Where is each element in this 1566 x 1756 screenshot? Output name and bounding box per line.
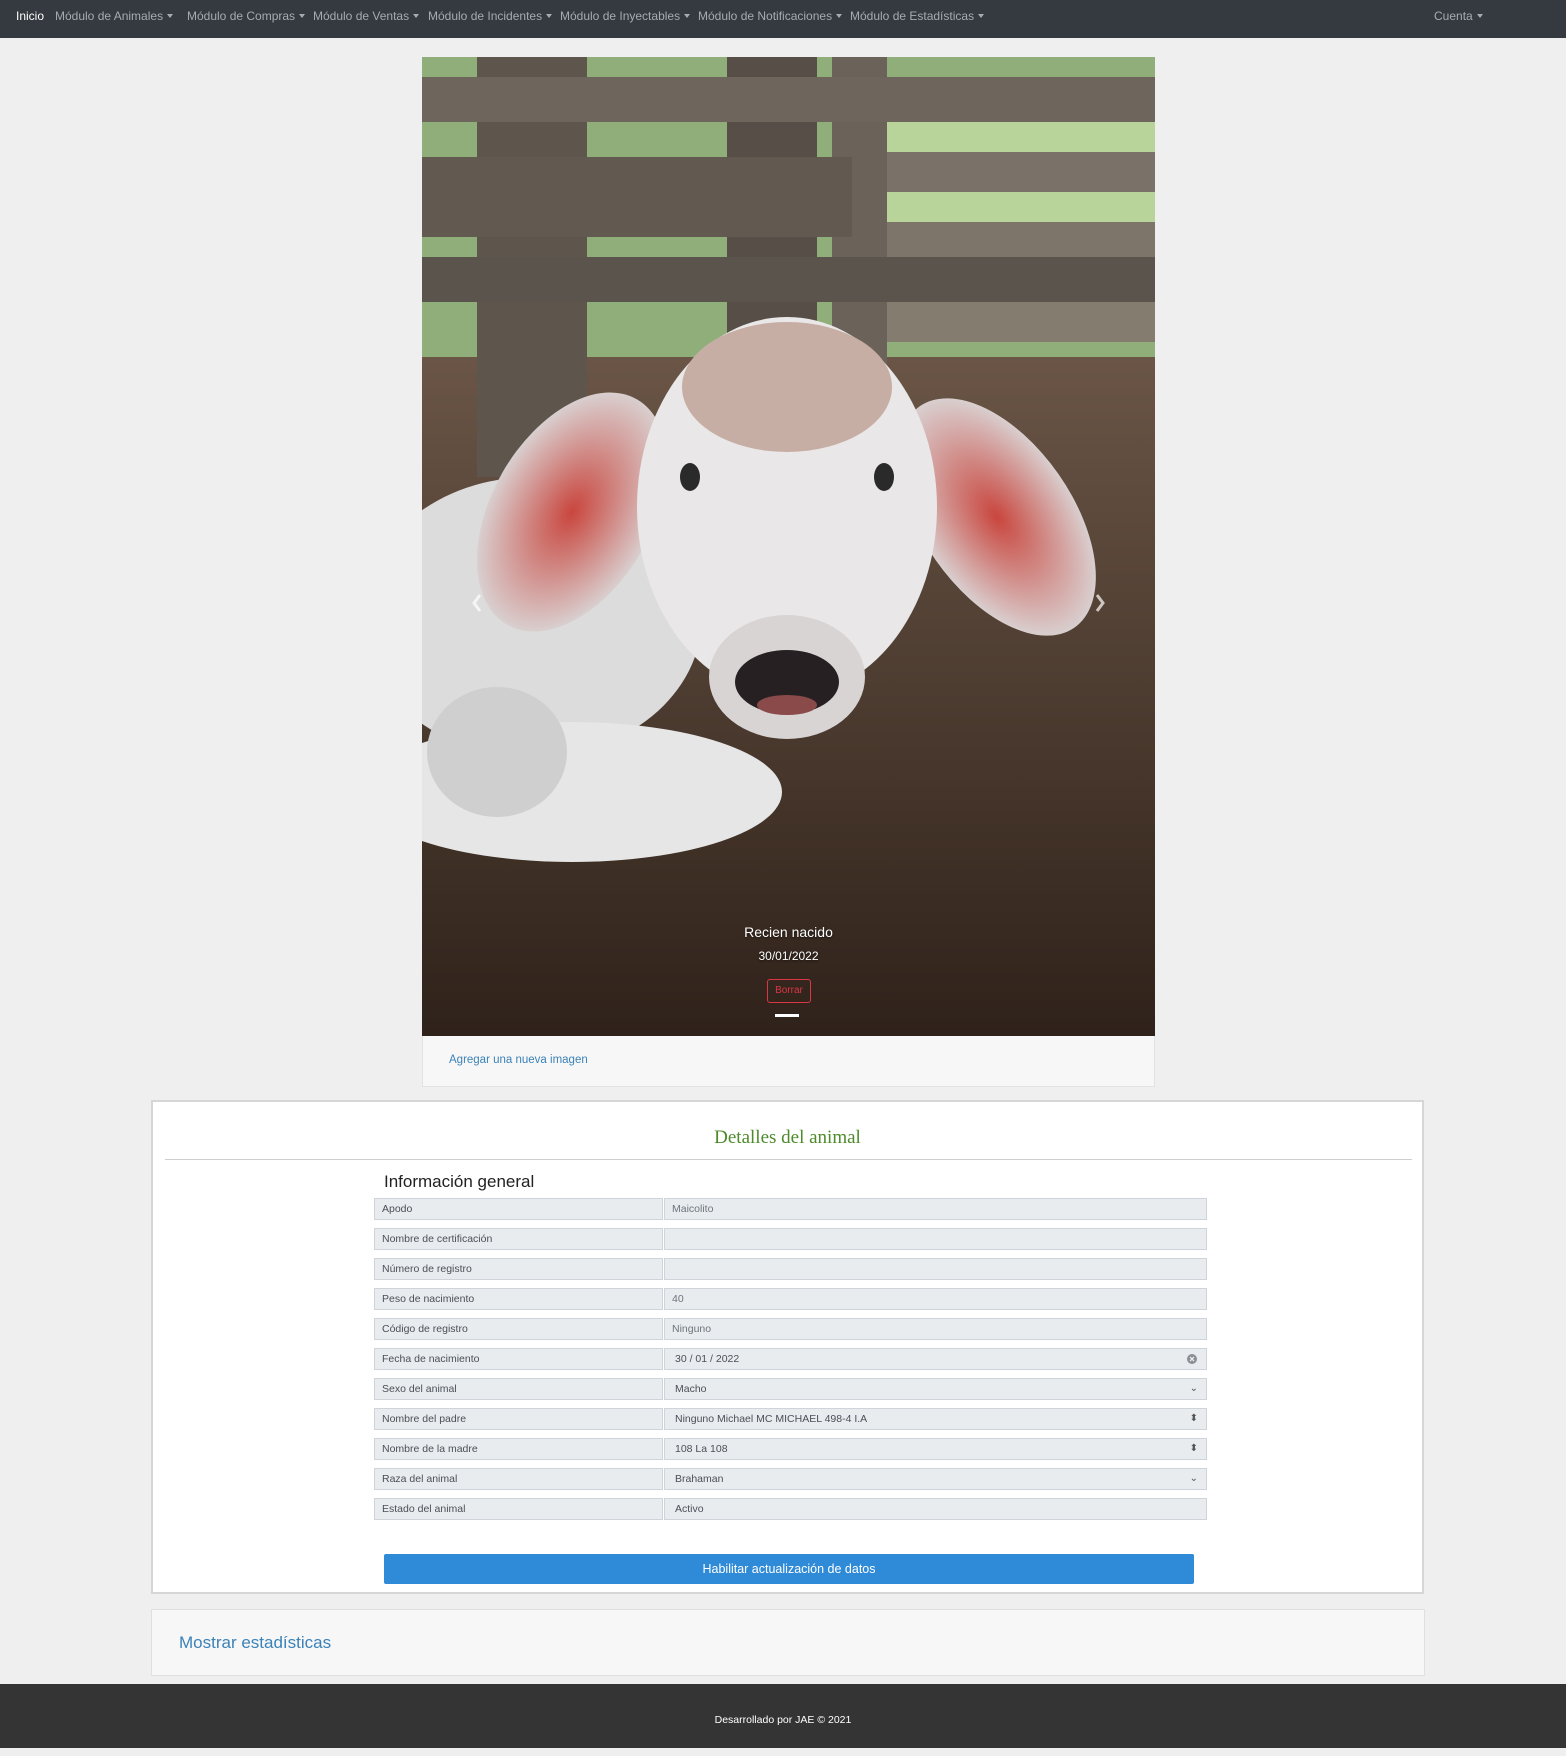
field-row-fecha: Fecha de nacimiento 30 / 01 / 2022 xyxy=(374,1348,1207,1370)
madre-value: 108 La 108 xyxy=(675,1443,728,1455)
fecha-value: 30 / 01 / 2022 xyxy=(675,1353,740,1365)
caret-down-icon xyxy=(413,14,420,18)
nav-item-label: Inicio xyxy=(16,9,45,23)
nav-item-compras[interactable]: Módulo de Compras xyxy=(187,0,306,32)
certificacion-input[interactable] xyxy=(664,1228,1207,1250)
field-row-codigo: Código de registro Ninguno xyxy=(374,1318,1207,1340)
delete-image-button[interactable]: Borrar xyxy=(767,979,811,1003)
padre-value: Ninguno Michael MC MICHAEL 498-4 I.A xyxy=(675,1413,868,1425)
chevron-down-icon: ⌄ xyxy=(1189,1473,1198,1484)
footer: Desarrollado por JAE © 2021 xyxy=(0,1684,1566,1748)
caret-down-icon xyxy=(299,14,306,18)
field-label: Código de registro xyxy=(374,1318,663,1340)
field-label: Nombre de certificación xyxy=(374,1228,663,1250)
field-row-peso: Peso de nacimiento 40 xyxy=(374,1288,1207,1310)
caret-down-icon xyxy=(167,14,174,18)
nav-item-label: Módulo de Compras xyxy=(187,9,296,23)
peso-input[interactable]: 40 xyxy=(664,1288,1207,1310)
nav-item-inicio[interactable]: Inicio xyxy=(16,0,44,32)
nav-item-inyectables[interactable]: Módulo de Inyectables xyxy=(560,0,691,32)
nav-item-estadisticas[interactable]: Módulo de Estadísticas xyxy=(850,0,985,32)
animal-details-card: Detalles del animal Información general … xyxy=(151,1100,1424,1594)
field-label: Nombre del padre xyxy=(374,1408,663,1430)
nav-item-animales[interactable]: Módulo de Animales xyxy=(55,0,174,32)
raza-value: Brahaman xyxy=(675,1473,724,1485)
apodo-input[interactable]: Maicolito xyxy=(664,1198,1207,1220)
caret-down-icon xyxy=(978,14,985,18)
madre-select[interactable]: 108 La 108 ⬍ xyxy=(664,1438,1207,1460)
field-row-padre: Nombre del padre Ninguno Michael MC MICH… xyxy=(374,1408,1207,1430)
caret-down-icon xyxy=(1476,14,1483,18)
field-label: Nombre de la madre xyxy=(374,1438,663,1460)
registro-input[interactable] xyxy=(664,1258,1207,1280)
padre-select[interactable]: Ninguno Michael MC MICHAEL 498-4 I.A ⬍ xyxy=(664,1408,1207,1430)
divider xyxy=(165,1159,1412,1160)
nav-item-label: Módulo de Inyectables xyxy=(560,9,681,23)
add-image-link[interactable]: Agregar una nueva imagen xyxy=(449,1054,588,1066)
fecha-nacimiento-input[interactable]: 30 / 01 / 2022 xyxy=(664,1348,1207,1370)
field-label: Estado del animal xyxy=(374,1498,663,1520)
nav-item-label: Módulo de Notificaciones xyxy=(698,9,833,23)
chevron-down-icon: ⌄ xyxy=(1189,1383,1198,1394)
add-image-card: Agregar una nueva imagen xyxy=(422,1036,1155,1087)
sort-arrows-icon: ⬍ xyxy=(1189,1443,1198,1454)
enable-update-button[interactable]: Habilitar actualización de datos xyxy=(384,1554,1194,1584)
account-label: Cuenta xyxy=(1434,9,1473,23)
image-carousel: Recien nacido 30/01/2022 Borrar xyxy=(422,57,1155,1036)
details-title: Detalles del animal xyxy=(714,1127,861,1148)
field-row-madre: Nombre de la madre 108 La 108 ⬍ xyxy=(374,1438,1207,1460)
carousel-prev-button[interactable] xyxy=(467,585,487,621)
footer-text: Desarrollado por JAE © 2021 xyxy=(714,1714,852,1726)
field-row-apodo: Apodo Maicolito xyxy=(374,1198,1207,1220)
field-row-registro: Número de registro xyxy=(374,1258,1207,1280)
carousel-caption-date: 30/01/2022 xyxy=(758,949,819,963)
field-label: Peso de nacimiento xyxy=(374,1288,663,1310)
clear-icon xyxy=(1187,1354,1197,1364)
carousel-indicator-active[interactable] xyxy=(775,1014,799,1017)
clear-date-icon[interactable] xyxy=(1186,1353,1198,1373)
field-label: Apodo xyxy=(374,1198,663,1220)
nav-item-label: Módulo de Animales xyxy=(55,9,164,23)
field-label: Número de registro xyxy=(374,1258,663,1280)
section-title-general: Información general xyxy=(384,1172,535,1191)
field-label: Sexo del animal xyxy=(374,1378,663,1400)
sort-arrows-icon: ⬍ xyxy=(1189,1413,1198,1424)
show-stats-link[interactable]: Mostrar estadísticas xyxy=(179,1633,331,1653)
caret-down-icon xyxy=(684,14,691,18)
field-label: Fecha de nacimiento xyxy=(374,1348,663,1370)
nav-item-notificaciones[interactable]: Módulo de Notificaciones xyxy=(698,0,843,32)
estado-input[interactable]: Activo xyxy=(664,1498,1207,1520)
calf-photo xyxy=(422,57,1155,1036)
raza-select[interactable]: Brahaman ⌄ xyxy=(664,1468,1207,1490)
field-row-certificacion: Nombre de certificación xyxy=(374,1228,1207,1250)
chevron-left-icon xyxy=(472,594,482,612)
caret-down-icon xyxy=(836,14,843,18)
field-label: Raza del animal xyxy=(374,1468,663,1490)
field-row-raza: Raza del animal Brahaman ⌄ xyxy=(374,1468,1207,1490)
sexo-value: Macho xyxy=(675,1383,707,1395)
nav-item-incidentes[interactable]: Módulo de Incidentes xyxy=(428,0,553,32)
sexo-select[interactable]: Macho ⌄ xyxy=(664,1378,1207,1400)
nav-item-label: Módulo de Estadísticas xyxy=(850,9,975,23)
carousel-next-button[interactable] xyxy=(1090,585,1110,621)
top-navbar: Inicio Módulo de Animales Módulo de Comp… xyxy=(0,0,1566,38)
stats-card: Mostrar estadísticas xyxy=(151,1609,1425,1676)
field-row-estado: Estado del animal Activo xyxy=(374,1498,1207,1520)
caret-down-icon xyxy=(546,14,553,18)
field-row-sexo: Sexo del animal Macho ⌄ xyxy=(374,1378,1207,1400)
nav-item-label: Módulo de Ventas xyxy=(313,9,410,23)
nav-item-label: Módulo de Incidentes xyxy=(428,9,543,23)
codigo-input[interactable]: Ninguno xyxy=(664,1318,1207,1340)
chevron-right-icon xyxy=(1095,594,1105,612)
nav-item-ventas[interactable]: Módulo de Ventas xyxy=(313,0,420,32)
carousel-caption-title: Recien nacido xyxy=(744,924,833,940)
account-menu[interactable]: Cuenta xyxy=(1434,0,1483,32)
